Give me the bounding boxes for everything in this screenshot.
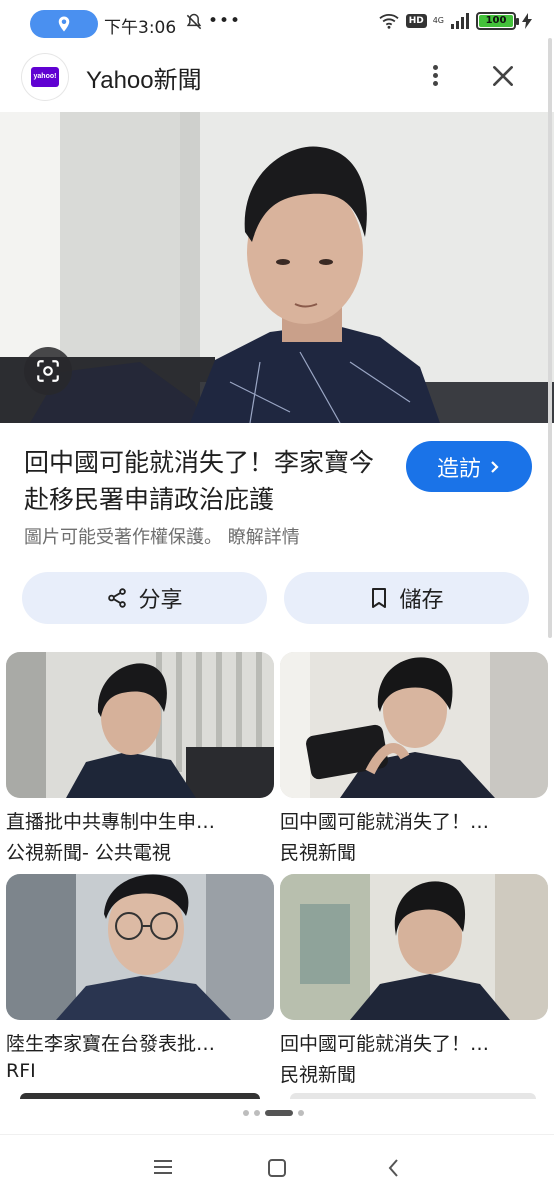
hd-badge: HD (405, 14, 427, 28)
battery-icon: 100 (476, 12, 519, 30)
lens-button[interactable] (24, 347, 72, 395)
location-indicator[interactable] (30, 10, 98, 38)
save-label: 儲存 (399, 588, 444, 613)
scrollbar[interactable] (548, 38, 552, 638)
bookmark-icon (372, 588, 387, 608)
related-thumbnail[interactable] (6, 652, 274, 798)
related-source: 民視新聞 (280, 1064, 357, 1086)
more-notifications-icon: ••• (208, 11, 242, 31)
share-label: 分享 (138, 588, 183, 613)
hero-image[interactable] (0, 112, 554, 423)
related-title: 直播批中共專制中生申… (6, 811, 216, 833)
page-dot (298, 1110, 304, 1116)
home-icon[interactable] (266, 1157, 288, 1179)
app-title: Yahoo新聞 (86, 67, 202, 94)
status-bar: 下午3:06 ••• HD 4G 100 (0, 0, 554, 48)
battery-level: 100 (479, 15, 513, 27)
page-indicator (243, 1110, 304, 1116)
share-button[interactable]: 分享 (22, 572, 267, 624)
next-row-peek (20, 1093, 260, 1099)
system-nav-bar (0, 1134, 554, 1200)
related-source: RFI (6, 1060, 36, 1082)
yahoo-logo: yahoo! (22, 54, 68, 100)
page-dot (243, 1110, 249, 1116)
next-row-peek (290, 1093, 536, 1099)
more-vert-icon[interactable] (423, 62, 447, 92)
app-bar: yahoo! Yahoo新聞 (0, 48, 554, 108)
network-type: 4G (432, 16, 444, 25)
related-source: 公視新聞- 公共電視 (6, 842, 171, 864)
chevron-right-icon (491, 460, 499, 473)
mute-icon (186, 13, 202, 30)
back-icon[interactable] (384, 1157, 404, 1179)
related-thumbnail[interactable] (6, 874, 274, 1020)
related-card[interactable]: 回中國可能就消失了！… 民視新聞 (280, 874, 548, 1087)
charging-icon (522, 13, 532, 29)
share-icon (108, 588, 127, 608)
related-card[interactable]: 直播批中共專制中生申… 公視新聞- 公共電視 (6, 652, 274, 865)
related-card[interactable]: 陸生李家寶在台發表批… RFI (6, 874, 274, 1082)
related-card[interactable]: 回中國可能就消失了！… 民視新聞 (280, 652, 548, 865)
article-headline: 回中國可能就消失了！李家寶今赴移民署申請政治庇護 (24, 448, 375, 514)
page-dot-active (265, 1110, 293, 1116)
related-source: 民視新聞 (280, 842, 357, 864)
related-thumbnail[interactable] (280, 874, 548, 1020)
page-dot (254, 1110, 260, 1116)
clock: 下午3:06 (104, 18, 177, 38)
save-button[interactable]: 儲存 (284, 572, 529, 624)
related-title: 陸生李家寶在台發表批… (6, 1033, 216, 1055)
location-icon (58, 16, 70, 32)
visit-label: 造訪 (436, 456, 481, 482)
lens-icon (37, 360, 59, 382)
signal-icon (451, 13, 469, 29)
related-title: 回中國可能就消失了！… (280, 811, 490, 833)
menu-icon[interactable] (152, 1157, 174, 1177)
visit-button[interactable]: 造訪 (406, 441, 532, 492)
close-icon[interactable] (490, 63, 516, 89)
related-thumbnail[interactable] (280, 652, 548, 798)
yahoo-logo-mark: yahoo! (31, 67, 59, 87)
related-title: 回中國可能就消失了！… (280, 1033, 490, 1055)
wifi-icon (379, 14, 399, 29)
copyright-note[interactable]: 圖片可能受著作權保護。 瞭解詳情 (24, 523, 300, 549)
